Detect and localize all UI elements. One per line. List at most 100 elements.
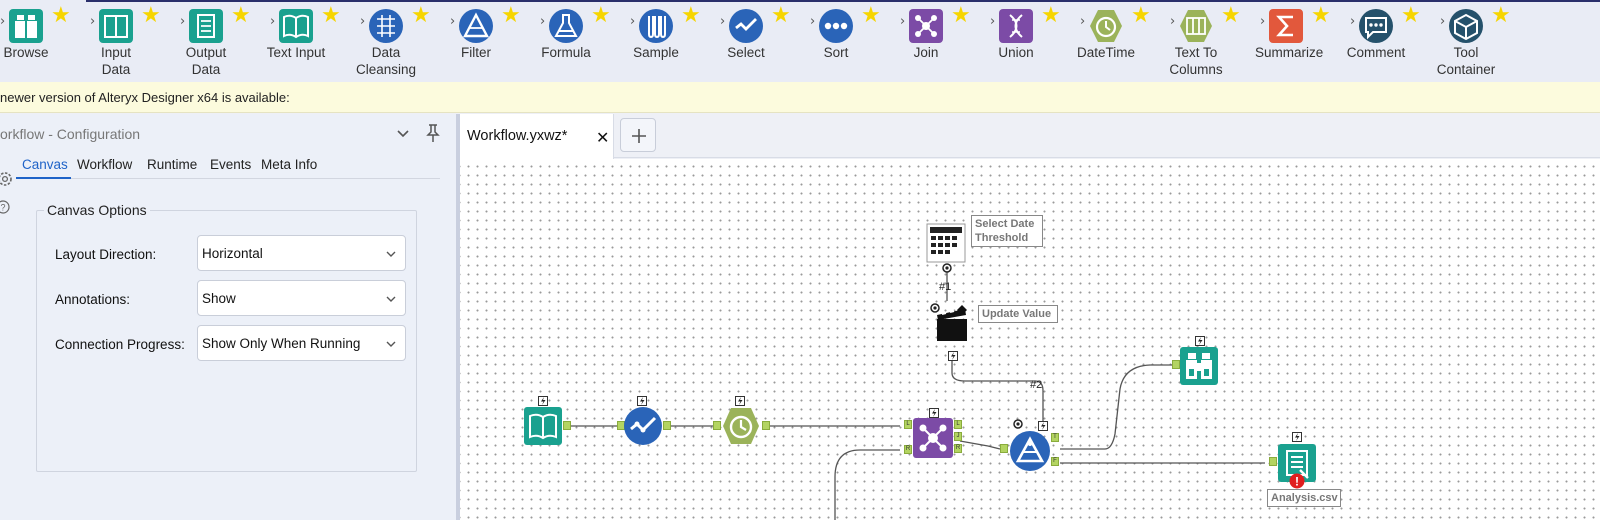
tool-sample[interactable]: › ★ Sample bbox=[611, 0, 701, 82]
chevron-right-icon: › bbox=[720, 14, 726, 29]
annotations-value: Show bbox=[202, 291, 236, 306]
svg-text:?: ? bbox=[0, 203, 5, 213]
tool-join[interactable]: › ★ Join bbox=[881, 0, 971, 82]
browse-tool[interactable] bbox=[1180, 347, 1218, 385]
favorite-star-icon[interactable]: ★ bbox=[1221, 5, 1241, 27]
annotation-date-threshold[interactable]: Select Date Threshold bbox=[971, 215, 1043, 247]
favorite-star-icon[interactable]: ★ bbox=[321, 5, 341, 27]
annotations-label: Annotations: bbox=[55, 292, 131, 307]
favorite-star-icon[interactable]: ★ bbox=[141, 5, 161, 27]
tab-meta-info[interactable]: Meta Info bbox=[261, 157, 317, 172]
help-icon[interactable]: ? bbox=[0, 200, 10, 214]
tool-summarize[interactable]: › ★ Summarize bbox=[1241, 0, 1331, 82]
join-left-input-port[interactable]: L bbox=[904, 420, 912, 429]
connection-progress-select[interactable]: Show Only When Running bbox=[197, 325, 406, 361]
tab-canvas[interactable]: Canvas bbox=[22, 157, 68, 172]
favorite-star-icon[interactable]: ★ bbox=[771, 5, 791, 27]
annotation-output-file[interactable]: Analysis.csv bbox=[1267, 489, 1341, 507]
tab-workflow-file[interactable]: Workflow.yxwz* ✕ bbox=[460, 114, 614, 159]
tool-union[interactable]: › ★ Union bbox=[971, 0, 1061, 82]
chevron-down-icon[interactable] bbox=[396, 127, 410, 141]
add-tab-button[interactable] bbox=[620, 118, 656, 152]
svg-text:!: ! bbox=[1295, 475, 1299, 489]
output-port[interactable] bbox=[762, 421, 770, 430]
chevron-down-icon bbox=[386, 251, 396, 257]
output-anchor-icon[interactable] bbox=[942, 263, 952, 273]
tool-browse[interactable]: › ★ Browse bbox=[0, 0, 71, 82]
close-icon[interactable]: ✕ bbox=[596, 128, 609, 148]
input-anchor-icon[interactable] bbox=[1013, 419, 1023, 429]
favorite-star-icon[interactable]: ★ bbox=[951, 5, 971, 27]
tool-label: Text Input bbox=[266, 45, 326, 60]
input-port[interactable] bbox=[713, 421, 721, 430]
join-tool[interactable] bbox=[913, 418, 953, 458]
action-tool[interactable] bbox=[934, 305, 970, 347]
tool-sort[interactable]: › ★ Sort bbox=[791, 0, 881, 82]
input-port[interactable] bbox=[1269, 457, 1277, 466]
active-tab-indicator bbox=[16, 177, 71, 179]
speech-bubble-icon bbox=[1359, 9, 1393, 43]
favorite-star-icon[interactable]: ★ bbox=[681, 5, 701, 27]
config-title: orkflow - Configuration bbox=[0, 126, 141, 142]
connection-progress-label: Connection Progress: bbox=[55, 337, 185, 352]
tool-select[interactable]: › ★ Select bbox=[701, 0, 791, 82]
tool-label: Formula bbox=[541, 45, 591, 60]
tool-label: Input Data bbox=[100, 45, 132, 77]
favorite-star-icon[interactable]: ★ bbox=[1311, 5, 1331, 27]
tool-data-cleansing[interactable]: › ★ Data Cleansing bbox=[341, 0, 431, 82]
tool-palette: › ★ Browse › ★ Input Data › ★ Output Data › ★ Text … bbox=[0, 0, 1600, 82]
favorite-star-icon[interactable]: ★ bbox=[501, 5, 521, 27]
input-port[interactable] bbox=[1172, 360, 1180, 369]
annotations-select[interactable]: Show bbox=[197, 280, 406, 316]
input-port[interactable] bbox=[1000, 444, 1008, 453]
favorite-star-icon[interactable]: ★ bbox=[231, 5, 251, 27]
tool-input-data[interactable]: › ★ Input Data bbox=[71, 0, 161, 82]
layout-direction-select[interactable]: Horizontal bbox=[197, 235, 406, 271]
join-left-output-port[interactable]: L bbox=[954, 420, 962, 429]
tool-comment[interactable]: › ★ Comment bbox=[1331, 0, 1421, 82]
columns-icon bbox=[1179, 9, 1213, 43]
join-joined-output-port[interactable]: J bbox=[954, 432, 962, 441]
tool-output-data[interactable]: › ★ Output Data bbox=[161, 0, 251, 82]
workflow-canvas[interactable]: Select Date Threshold #1 Update Value #2… bbox=[460, 159, 1600, 520]
filter-true-port[interactable]: T bbox=[1051, 433, 1059, 442]
favorite-star-icon[interactable]: ★ bbox=[591, 5, 611, 27]
favorite-star-icon[interactable]: ★ bbox=[1041, 5, 1061, 27]
join-right-output-port[interactable]: R bbox=[954, 444, 962, 453]
favorite-star-icon[interactable]: ★ bbox=[1401, 5, 1421, 27]
text-input-tool[interactable] bbox=[524, 407, 562, 445]
tool-datetime[interactable]: › ★ DateTime bbox=[1061, 0, 1151, 82]
tool-label: Browse bbox=[3, 45, 49, 60]
date-picker-tool[interactable] bbox=[926, 223, 966, 263]
annotation-update-value[interactable]: Update Value bbox=[978, 305, 1058, 323]
favorite-star-icon[interactable]: ★ bbox=[411, 5, 431, 27]
datetime-tool[interactable] bbox=[721, 406, 761, 446]
favorite-star-icon[interactable]: ★ bbox=[1131, 5, 1151, 27]
tab-events[interactable]: Events bbox=[210, 157, 251, 172]
pin-icon[interactable] bbox=[424, 123, 442, 143]
tool-tool-container[interactable]: › ★ Tool Container bbox=[1421, 0, 1511, 82]
bolt-icon bbox=[1195, 336, 1205, 346]
output-port[interactable] bbox=[663, 421, 671, 430]
favorite-star-icon[interactable]: ★ bbox=[51, 5, 71, 27]
tool-label: Select bbox=[727, 45, 765, 60]
filter-tool[interactable] bbox=[1010, 431, 1050, 471]
tool-filter[interactable]: › ★ Filter bbox=[431, 0, 521, 82]
tab-workflow[interactable]: Workflow bbox=[77, 157, 132, 172]
join-right-input-port[interactable]: R bbox=[904, 445, 912, 454]
favorite-star-icon[interactable]: ★ bbox=[861, 5, 881, 27]
tool-label: DateTime bbox=[1076, 45, 1135, 60]
output-port[interactable] bbox=[563, 421, 571, 430]
favorite-star-icon[interactable]: ★ bbox=[1491, 5, 1511, 27]
tool-text-input[interactable]: › ★ Text Input bbox=[251, 0, 341, 82]
chevron-right-icon: › bbox=[1170, 14, 1176, 29]
tab-runtime[interactable]: Runtime bbox=[147, 157, 197, 172]
error-icon[interactable]: ! bbox=[1289, 473, 1305, 489]
gear-icon[interactable] bbox=[0, 170, 14, 188]
select-tool[interactable] bbox=[624, 407, 662, 445]
update-notice-text: newer version of Alteryx Designer x64 is… bbox=[0, 90, 290, 105]
filter-false-port[interactable]: F bbox=[1051, 457, 1059, 466]
tool-formula[interactable]: › ★ Formula bbox=[521, 0, 611, 82]
tool-text-to-columns[interactable]: › ★ Text To Columns bbox=[1151, 0, 1241, 82]
flask-icon bbox=[549, 9, 583, 43]
